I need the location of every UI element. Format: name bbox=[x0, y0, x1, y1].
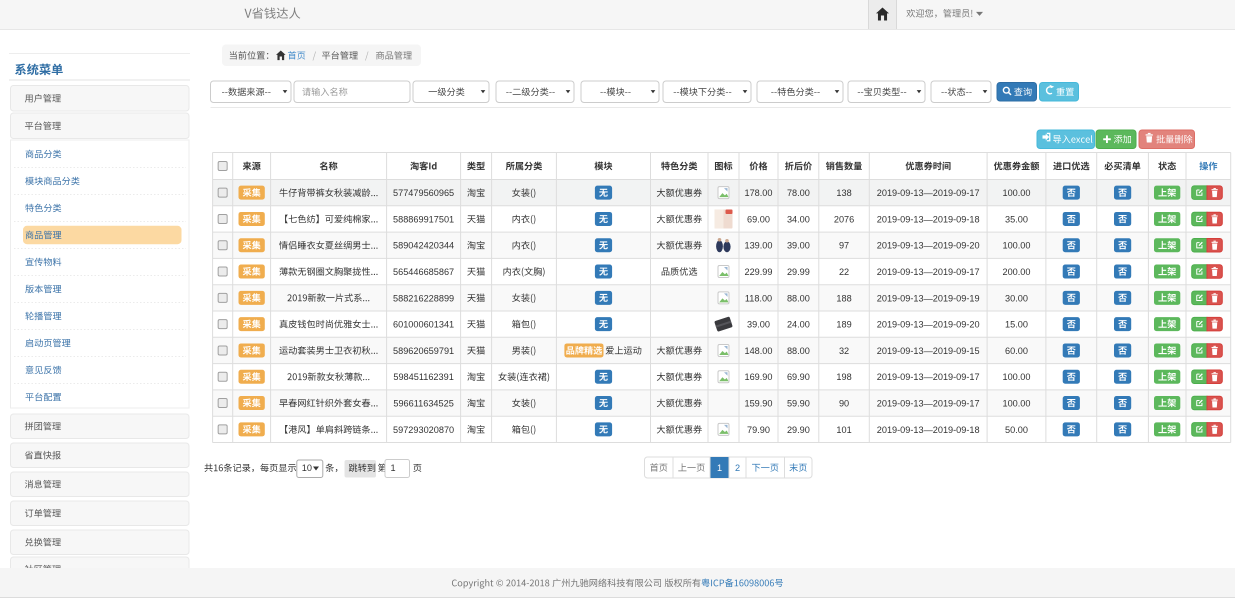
svg-text:24.00: 24.00 bbox=[787, 320, 810, 330]
svg-text:178.00: 178.00 bbox=[744, 188, 772, 198]
svg-text:39.00: 39.00 bbox=[747, 320, 770, 330]
svg-text:2019-09-13—2019-09-18: 2019-09-13—2019-09-18 bbox=[877, 214, 980, 224]
svg-text:169.90: 169.90 bbox=[744, 372, 772, 382]
svg-text:35.00: 35.00 bbox=[1005, 214, 1028, 224]
svg-text:198: 198 bbox=[836, 372, 851, 382]
svg-text:100.00: 100.00 bbox=[1002, 398, 1030, 408]
svg-text:88.00: 88.00 bbox=[787, 346, 810, 356]
svg-text:2019-09-13—2019-09-20: 2019-09-13—2019-09-20 bbox=[877, 241, 980, 251]
svg-text:2019-09-13—2019-09-17: 2019-09-13—2019-09-17 bbox=[877, 398, 980, 408]
svg-text:565446685867: 565446685867 bbox=[393, 267, 454, 277]
svg-text:2019-09-13—2019-09-15: 2019-09-13—2019-09-15 bbox=[877, 346, 980, 356]
svg-text:598451162391: 598451162391 bbox=[393, 372, 453, 382]
svg-text:69.90: 69.90 bbox=[787, 372, 810, 382]
svg-text:34.00: 34.00 bbox=[787, 214, 810, 224]
svg-text:189: 189 bbox=[836, 320, 851, 330]
svg-text:2019-09-13—2019-09-19: 2019-09-13—2019-09-19 bbox=[877, 293, 980, 303]
svg-text:2019-09-13—2019-09-17: 2019-09-13—2019-09-17 bbox=[877, 267, 980, 277]
svg-text:596611634525: 596611634525 bbox=[393, 398, 453, 408]
svg-text:577479560965: 577479560965 bbox=[393, 188, 454, 198]
svg-text:588869917501: 588869917501 bbox=[393, 214, 454, 224]
svg-text:597293020870: 597293020870 bbox=[393, 425, 454, 435]
svg-text:88.00: 88.00 bbox=[787, 293, 810, 303]
svg-text:59.90: 59.90 bbox=[787, 398, 810, 408]
svg-text:50.00: 50.00 bbox=[1005, 425, 1028, 435]
svg-text:601000601341: 601000601341 bbox=[393, 320, 454, 330]
svg-text:2019-09-13—2019-09-20: 2019-09-13—2019-09-20 bbox=[877, 320, 980, 330]
svg-text:90: 90 bbox=[839, 398, 849, 408]
svg-text:139.00: 139.00 bbox=[744, 241, 772, 251]
svg-text:229.99: 229.99 bbox=[744, 267, 772, 277]
svg-text:589620659791: 589620659791 bbox=[393, 346, 454, 356]
svg-text:159.90: 159.90 bbox=[744, 398, 772, 408]
svg-text:100.00: 100.00 bbox=[1002, 188, 1030, 198]
svg-text:589042420344: 589042420344 bbox=[393, 241, 454, 251]
svg-text:2019-09-13—2019-09-17: 2019-09-13—2019-09-17 bbox=[877, 372, 980, 382]
svg-text:29.90: 29.90 bbox=[787, 425, 810, 435]
svg-text:10: 10 bbox=[302, 463, 312, 473]
svg-text:15.00: 15.00 bbox=[1005, 320, 1028, 330]
svg-text:29.99: 29.99 bbox=[787, 267, 810, 277]
svg-text:78.00: 78.00 bbox=[787, 188, 810, 198]
svg-text:69.00: 69.00 bbox=[747, 214, 770, 224]
svg-text:588216228899: 588216228899 bbox=[393, 293, 454, 303]
svg-text:39.00: 39.00 bbox=[787, 241, 810, 251]
svg-text:30.00: 30.00 bbox=[1005, 293, 1028, 303]
svg-text:148.00: 148.00 bbox=[744, 346, 772, 356]
svg-text:188: 188 bbox=[836, 293, 851, 303]
svg-text:97: 97 bbox=[839, 241, 849, 251]
svg-text:200.00: 200.00 bbox=[1002, 267, 1030, 277]
svg-text:2076: 2076 bbox=[834, 214, 854, 224]
svg-text:60.00: 60.00 bbox=[1005, 346, 1028, 356]
svg-text:1: 1 bbox=[717, 463, 722, 473]
svg-text:32: 32 bbox=[839, 346, 849, 356]
svg-text:100.00: 100.00 bbox=[1002, 241, 1030, 251]
svg-text:1: 1 bbox=[391, 463, 396, 473]
svg-text:118.00: 118.00 bbox=[745, 293, 772, 303]
svg-text:2019-09-13—2019-09-18: 2019-09-13—2019-09-18 bbox=[877, 425, 980, 435]
svg-text:22: 22 bbox=[839, 267, 849, 277]
svg-text:101: 101 bbox=[836, 425, 851, 435]
svg-text:2: 2 bbox=[735, 463, 740, 473]
svg-text:79.90: 79.90 bbox=[747, 425, 770, 435]
svg-text:138: 138 bbox=[836, 188, 851, 198]
svg-text:100.00: 100.00 bbox=[1002, 372, 1030, 382]
svg-text:2019-09-13—2019-09-17: 2019-09-13—2019-09-17 bbox=[877, 188, 980, 198]
